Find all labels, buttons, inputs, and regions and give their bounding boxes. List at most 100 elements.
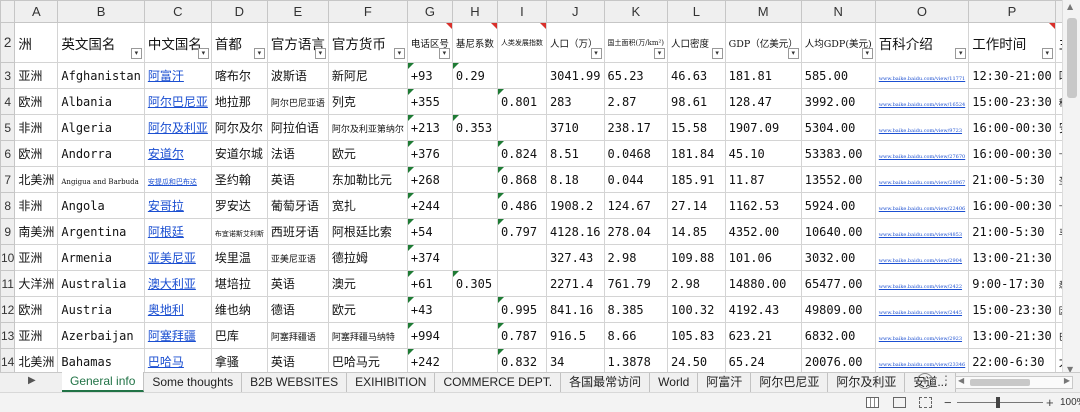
cell-gdp-per-capita[interactable]: 65477.00 [800, 270, 876, 297]
cell-density[interactable]: 105.83 [667, 322, 726, 349]
cell-gdp-per-capita[interactable]: 5924.00 [800, 192, 876, 219]
cell-hdi[interactable]: 0.801 [496, 88, 547, 115]
cell-hdi[interactable] [496, 244, 547, 271]
cell-work-hours[interactable]: 13:00-21:30 [968, 244, 1056, 271]
sheet-tab[interactable]: Some thoughts [144, 373, 243, 393]
cell-english-name[interactable]: Algeria [57, 114, 145, 141]
cell-density[interactable]: 14.85 [667, 218, 726, 245]
cell-english-name[interactable]: Azerbaijan [57, 322, 145, 349]
cell-work-hours[interactable]: 12:30-21:00 [968, 62, 1056, 89]
cell-gdp-per-capita[interactable]: 585.00 [800, 62, 876, 89]
spreadsheet-grid[interactable]: ABCDEFGHIJKLMNOPQ2洲英文国名▾中文国名▾首都▾官方语言▾官方货… [0, 0, 1062, 376]
cell-hdi[interactable] [496, 114, 547, 141]
cell-work-hours[interactable]: 13:00-21:30 [968, 322, 1056, 349]
cell-language[interactable]: 阿尔巴尼亚语 [266, 88, 329, 115]
header-cell-area[interactable]: 国土面积(万/km²) ▾ [603, 22, 669, 63]
cell-currency[interactable]: 欧元 [327, 140, 408, 167]
cell-gdp[interactable]: 65.24 [724, 348, 802, 375]
cell-chinese-name[interactable]: 安提瓜和巴布达 [143, 166, 212, 193]
cell-phone-code[interactable]: +268 [406, 166, 453, 193]
cell-currency[interactable]: 阿根廷比索 [327, 218, 408, 245]
cell-currency[interactable]: 德拉姆 [327, 244, 408, 271]
header-cell-phone-code[interactable]: 电话区号 ▾ [406, 22, 453, 63]
cell-language[interactable]: 英语 [266, 166, 329, 193]
cell-gdp-per-capita[interactable]: 6832.00 [800, 322, 876, 349]
cell-gdp-per-capita[interactable]: 49809.00 [800, 296, 876, 323]
cell-currency[interactable]: 欧元 [327, 296, 408, 323]
cell-chinese-name[interactable]: 澳大利亚 [143, 270, 212, 297]
cell-gini[interactable] [451, 244, 498, 271]
row-number[interactable]: 12 [0, 296, 16, 323]
zoom-in-icon[interactable]: + [1046, 395, 1054, 410]
sheet-tab[interactable]: General info [62, 372, 145, 392]
cell-area[interactable]: 2.87 [603, 88, 669, 115]
wiki-link[interactable]: www.baike.baidu.com/view/4853 [879, 232, 962, 238]
cell-major-cities[interactable]: 大巴哈马岛 [1054, 348, 1062, 375]
cell-capital[interactable]: 罗安达 [210, 192, 268, 219]
cell-density[interactable]: 98.61 [667, 88, 726, 115]
column-header[interactable]: F [327, 0, 408, 23]
cell-population[interactable]: 4128.16 [545, 218, 605, 245]
cell-gdp[interactable]: 101.06 [724, 244, 802, 271]
cell-area[interactable]: 0.044 [603, 166, 669, 193]
cell-continent[interactable]: 亚洲 [14, 322, 59, 349]
header-cell-hdi[interactable]: 人类发展指数 [496, 22, 547, 63]
wiki-link[interactable]: www.baike.baidu.com/view/2923 [879, 336, 962, 342]
cell-wiki[interactable]: www.baike.baidu.com/view/2445 [874, 296, 970, 323]
header-cell-density[interactable]: 人口密度 ▾ [667, 22, 726, 63]
cell-language[interactable]: 阿塞拜疆语 [266, 322, 329, 349]
cell-capital[interactable]: 拿骚 [210, 348, 268, 375]
country-link[interactable]: 安道尔 [148, 147, 184, 161]
country-link[interactable]: 安哥拉 [148, 199, 184, 213]
cell-english-name[interactable]: Australia [57, 270, 145, 297]
cell-hdi[interactable]: 0.832 [496, 348, 547, 375]
scroll-right-icon[interactable]: ▶ [1064, 376, 1070, 385]
cell-continent[interactable]: 非洲 [14, 114, 59, 141]
cell-language[interactable]: 葡萄牙语 [266, 192, 329, 219]
page-layout-view-icon[interactable] [893, 397, 906, 408]
cell-gini[interactable] [451, 192, 498, 219]
cell-capital[interactable]: 地拉那 [210, 88, 268, 115]
cell-population[interactable]: 1908.2 [545, 192, 605, 219]
cell-capital[interactable]: 堪培拉 [210, 270, 268, 297]
cell-density[interactable]: 109.88 [667, 244, 726, 271]
header-cell-gdp-per-capita[interactable]: 人均GDP(美元) ▾ [800, 22, 876, 63]
cell-currency[interactable]: 阿尔及利亚第纳尔 [327, 114, 408, 141]
wiki-link[interactable]: www.baike.baidu.com/view/2904 [879, 258, 962, 264]
header-cell-population[interactable]: 人口（万） ▾ [545, 22, 605, 63]
cell-capital[interactable]: 圣约翰 [210, 166, 268, 193]
cell-continent[interactable]: 北美洲 [14, 166, 59, 193]
header-cell-english-name[interactable]: 英文国名 ▾ [57, 22, 145, 63]
cell-major-cities[interactable]: 因斯布鲁克, 萨尔 [1054, 296, 1062, 323]
cell-density[interactable]: 27.14 [667, 192, 726, 219]
filter-dropdown-icon[interactable]: ▾ [130, 48, 142, 59]
cell-english-name[interactable]: Argentina [57, 218, 145, 245]
cell-major-cities[interactable]: 巴库, 占贾, 连科 [1054, 322, 1062, 349]
horizontal-scroll-thumb[interactable] [970, 379, 1030, 386]
cell-major-cities[interactable]: 喀布尔, 坎大 [1054, 62, 1062, 89]
cell-currency[interactable]: 阿塞拜疆马纳特 [327, 322, 408, 349]
normal-view-icon[interactable] [866, 397, 879, 408]
cell-density[interactable]: 2.98 [667, 270, 726, 297]
cell-phone-code[interactable]: +61 [406, 270, 453, 297]
cell-currency[interactable]: 澳元 [327, 270, 408, 297]
country-link[interactable]: 澳大利亚 [148, 277, 196, 291]
sheet-table[interactable]: ABCDEFGHIJKLMNOPQ2洲英文国名▾中文国名▾首都▾官方语言▾官方货… [0, 0, 1062, 376]
row-number[interactable]: 11 [0, 270, 16, 297]
cell-wiki[interactable]: www.baike.baidu.com/view/22406 [874, 192, 970, 219]
row-number[interactable]: 9 [0, 218, 16, 245]
cell-gdp[interactable]: 623.21 [724, 322, 802, 349]
cell-phone-code[interactable]: +93 [406, 62, 453, 89]
header-cell-gdp[interactable]: GDP（亿美元） ▾ [724, 22, 802, 63]
wiki-link[interactable]: www.baike.baidu.com/view/28967 [879, 180, 965, 186]
filter-dropdown-icon[interactable]: ▾ [1041, 48, 1053, 59]
filter-dropdown-icon[interactable]: ▾ [197, 48, 209, 59]
cell-chinese-name[interactable]: 亚美尼亚 [143, 244, 212, 271]
cell-english-name[interactable]: Bahamas [57, 348, 145, 375]
column-header[interactable]: E [266, 0, 329, 23]
cell-language[interactable]: 亚美尼亚语 [266, 244, 329, 271]
country-link[interactable]: 阿尔巴尼亚 [148, 95, 208, 109]
sheet-tab[interactable]: 阿尔及利亚 [828, 373, 906, 393]
cell-gini[interactable] [451, 140, 498, 167]
header-cell-currency[interactable]: 官方货币 ▾ [327, 22, 408, 63]
